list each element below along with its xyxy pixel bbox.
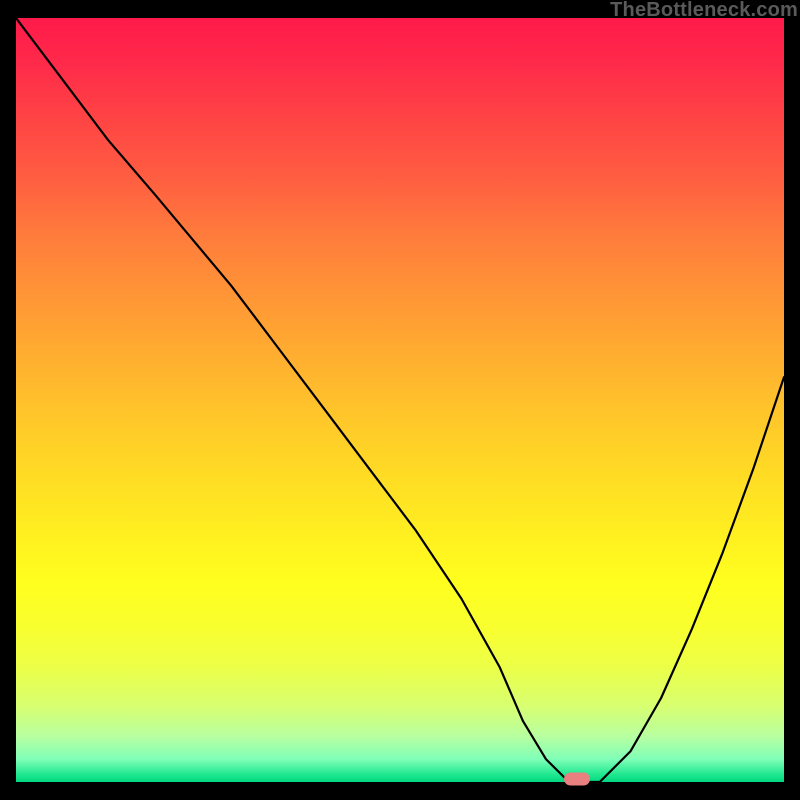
chart-container: TheBottleneck.com xyxy=(0,0,800,800)
bottleneck-curve xyxy=(16,18,784,782)
watermark-label: TheBottleneck.com xyxy=(610,0,798,22)
plot-area xyxy=(16,18,784,782)
minimum-marker xyxy=(564,773,590,786)
